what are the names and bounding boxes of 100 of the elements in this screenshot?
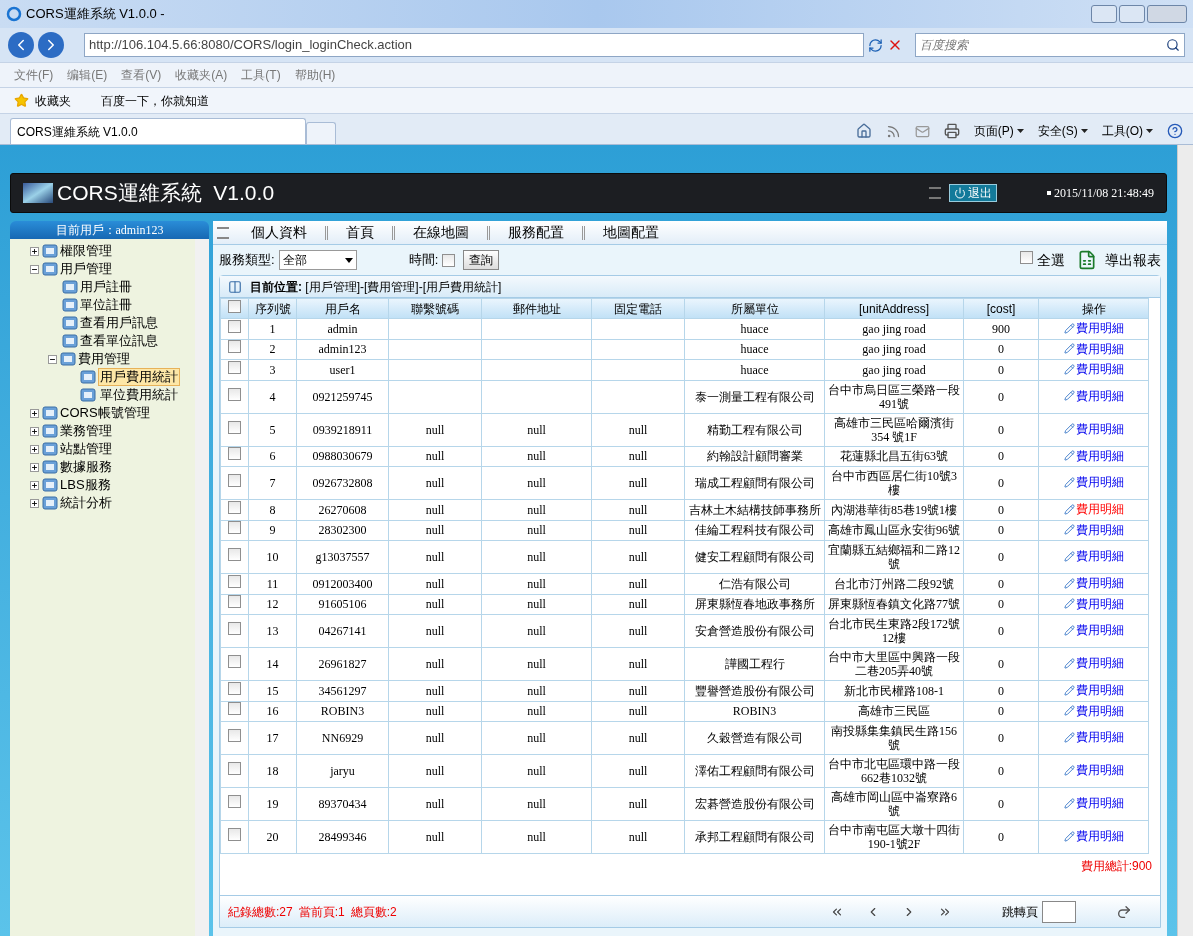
home-icon[interactable] xyxy=(855,123,872,139)
address-field[interactable]: http://106.104.5.66:8080/CORS/login_loginCheck.action xyxy=(84,33,864,57)
service-type-select[interactable]: 全部 xyxy=(278,250,357,270)
header-checkbox[interactable] xyxy=(228,299,241,313)
row-checkbox[interactable] xyxy=(228,702,241,716)
tree-item[interactable]: 用戶註冊 xyxy=(80,277,132,297)
tree-item[interactable]: 站點管理 xyxy=(60,439,112,459)
feed-icon[interactable] xyxy=(885,123,901,139)
tree-item[interactable]: 費用管理 xyxy=(78,349,130,369)
expand-icon[interactable] xyxy=(30,498,39,508)
search-icon[interactable] xyxy=(1166,38,1180,52)
table-cell: 13 xyxy=(266,624,279,638)
row-checkbox[interactable] xyxy=(228,574,241,588)
help-icon[interactable] xyxy=(1167,123,1183,139)
select-all-checkbox[interactable] xyxy=(1020,251,1033,265)
menu-item[interactable]: 查看(V) xyxy=(121,66,162,84)
row-checkbox[interactable] xyxy=(228,795,241,808)
row-checkbox[interactable] xyxy=(228,762,241,775)
table-cell: 健安工程顧問有限公司 xyxy=(694,550,815,564)
expand-icon[interactable] xyxy=(30,444,39,454)
spreadsheet-icon[interactable] xyxy=(1077,250,1097,270)
collapse-icon[interactable] xyxy=(30,264,39,274)
tree-item[interactable]: 數據服務 xyxy=(60,457,112,477)
menu-item[interactable]: 收藏夹(A) xyxy=(175,66,228,84)
browser-tab[interactable]: CORS運維系統 V1.0.0 xyxy=(10,118,306,144)
row-checkbox[interactable] xyxy=(228,447,241,461)
toolbar-menu[interactable]: 工具(O) xyxy=(1101,122,1143,140)
expand-icon[interactable] xyxy=(30,246,39,256)
tree-item[interactable]: CORS帳號管理 xyxy=(60,403,150,423)
row-checkbox[interactable] xyxy=(228,319,241,333)
refresh-icon[interactable] xyxy=(868,37,883,53)
row-checkbox[interactable] xyxy=(228,387,241,401)
row-checkbox[interactable] xyxy=(228,360,241,374)
table-cell: null xyxy=(527,422,546,437)
minimize-button[interactable] xyxy=(1091,5,1117,23)
table-cell: null xyxy=(425,422,445,437)
row-checkbox[interactable] xyxy=(228,729,241,742)
row-checkbox[interactable] xyxy=(228,420,241,434)
table-cell: 台中市西區居仁街10號3樓 xyxy=(831,469,957,497)
toolbar-menu[interactable]: 页面(P) xyxy=(973,122,1014,140)
tree-item[interactable]: 單位費用統計 xyxy=(98,386,180,404)
scrollbar[interactable] xyxy=(1177,145,1193,936)
pencil-icon xyxy=(1063,476,1075,488)
nav-tab[interactable]: 地圖配置 xyxy=(591,222,671,243)
row-checkbox[interactable] xyxy=(228,500,241,514)
row-checkbox[interactable] xyxy=(228,474,241,487)
print-icon[interactable] xyxy=(943,123,960,139)
favorite-link[interactable]: 百度一下，你就知道 xyxy=(101,91,209,110)
menu-item[interactable]: 编辑(E) xyxy=(67,66,108,84)
collapse-icon[interactable] xyxy=(48,354,57,364)
tree-item[interactable]: 用戶費用統計 xyxy=(98,368,180,386)
nav-tab[interactable]: 服務配置 xyxy=(496,222,576,243)
column-header: 操作 xyxy=(1038,298,1149,319)
row-checkbox[interactable] xyxy=(228,655,241,668)
logout-button[interactable]: 退出 xyxy=(949,184,998,202)
row-checkbox[interactable] xyxy=(228,828,241,841)
row-checkbox[interactable] xyxy=(228,622,241,635)
row-checkbox[interactable] xyxy=(228,681,241,695)
row-checkbox[interactable] xyxy=(228,521,241,535)
nav-tab[interactable]: 個人資料 xyxy=(239,222,319,243)
page-input[interactable] xyxy=(1042,900,1076,923)
tree-item[interactable]: 查看單位訊息 xyxy=(80,331,158,351)
pencil-icon xyxy=(1063,450,1075,461)
tree-item[interactable]: 權限管理 xyxy=(60,241,112,261)
tree-item[interactable]: 業務管理 xyxy=(60,421,112,441)
expand-icon[interactable] xyxy=(30,480,39,490)
mail-icon[interactable] xyxy=(914,123,930,139)
tree-item[interactable]: 用戶管理 xyxy=(60,259,112,279)
tree-item[interactable]: 查看用戶訊息 xyxy=(80,313,158,333)
menu-item[interactable]: 帮助(H) xyxy=(294,66,336,84)
expand-icon[interactable] xyxy=(30,426,39,436)
tree-item[interactable]: 單位註冊 xyxy=(80,295,132,315)
search-field[interactable]: 百度搜索 xyxy=(915,33,1185,57)
forward-button[interactable] xyxy=(38,32,64,58)
menu-item[interactable]: 文件(F) xyxy=(14,66,54,84)
table-cell: 16 xyxy=(266,704,279,719)
nav-tab[interactable]: 在線地圖 xyxy=(401,222,481,243)
maximize-button[interactable] xyxy=(1119,5,1145,23)
query-button[interactable]: 查詢 xyxy=(463,250,500,270)
export-button[interactable]: 導出報表 xyxy=(1105,249,1161,271)
table-cell: 宏碁營造股份有限公司 xyxy=(694,797,815,811)
expand-icon[interactable] xyxy=(30,462,39,472)
go-icon[interactable] xyxy=(1116,903,1132,920)
table-cell: 2 xyxy=(269,342,276,357)
tree-item[interactable]: 統計分析 xyxy=(60,493,112,513)
back-button[interactable] xyxy=(8,32,34,58)
menu-item[interactable]: 工具(T) xyxy=(241,66,281,84)
nav-tab[interactable]: 首頁 xyxy=(334,222,386,243)
new-tab-button[interactable] xyxy=(306,122,336,144)
tree-item[interactable]: LBS服務 xyxy=(60,475,111,495)
expand-icon[interactable] xyxy=(30,408,39,418)
row-checkbox[interactable] xyxy=(228,548,241,561)
close-button[interactable] xyxy=(1147,5,1187,23)
toolbar-menu[interactable]: 安全(S) xyxy=(1037,122,1078,140)
table-cell: null xyxy=(628,657,648,671)
row-checkbox[interactable] xyxy=(228,595,241,609)
favorites-button[interactable]: 收藏夹 xyxy=(35,91,71,110)
time-checkbox[interactable] xyxy=(442,253,456,267)
table-cell: g13037557 xyxy=(315,550,370,564)
row-checkbox[interactable] xyxy=(228,340,241,354)
